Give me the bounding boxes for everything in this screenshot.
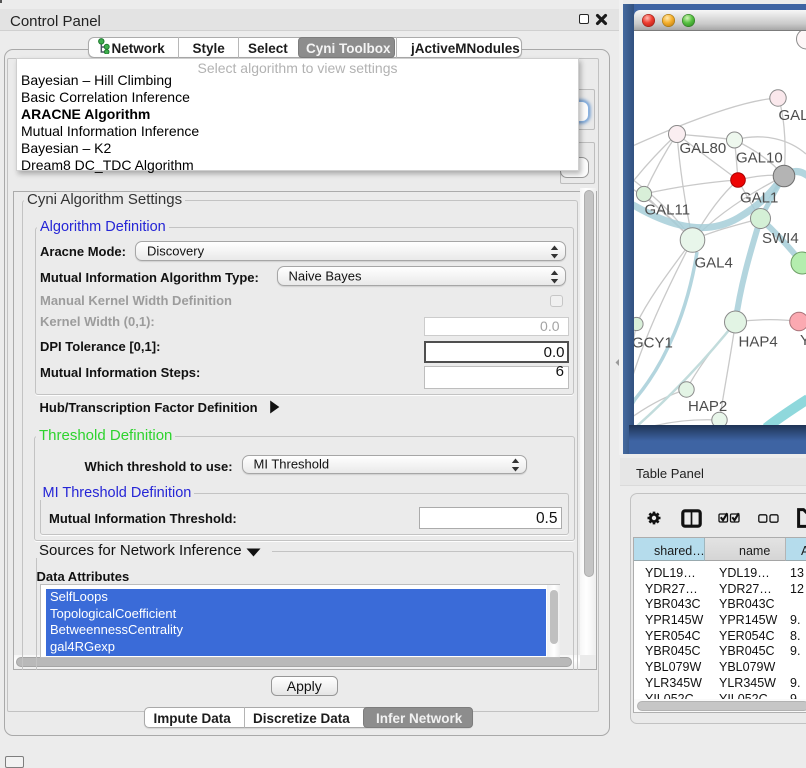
- svg-text:HAP2: HAP2: [688, 398, 727, 415]
- svg-text:GAL80: GAL80: [680, 140, 727, 157]
- svg-text:GAL1: GAL1: [740, 190, 778, 207]
- svg-text:HAP4: HAP4: [739, 334, 778, 351]
- svg-text:GCY1: GCY1: [634, 335, 673, 352]
- svg-text:GAL7: GAL7: [779, 107, 806, 124]
- svg-text:GAL10: GAL10: [736, 150, 783, 167]
- svg-text:GAL11: GAL11: [645, 202, 691, 219]
- svg-text:SWI4: SWI4: [762, 230, 799, 247]
- svg-text:Y: Y: [800, 332, 806, 349]
- svg-text:GAL4: GAL4: [695, 255, 733, 272]
